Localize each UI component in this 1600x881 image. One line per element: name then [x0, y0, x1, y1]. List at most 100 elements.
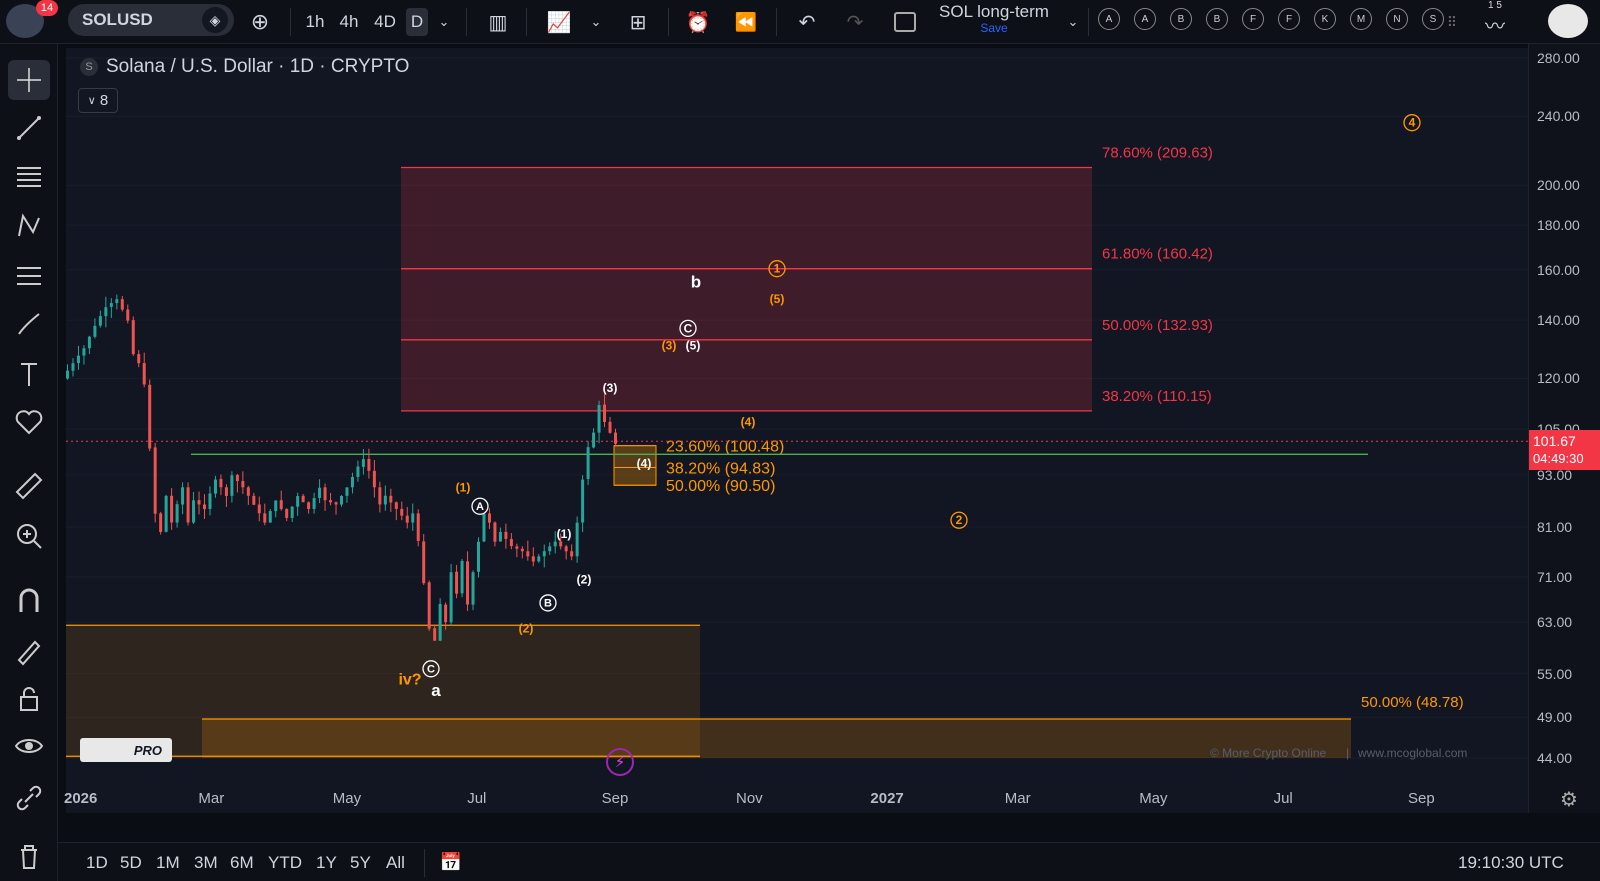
range-button-1m[interactable]: 1M — [156, 853, 180, 873]
alert-icon[interactable]: ⏰ — [684, 8, 712, 36]
symbol-search-button[interactable]: SOLUSD ◈ — [68, 4, 234, 36]
range-button-ytd[interactable]: YTD — [268, 853, 302, 873]
calendar-icon[interactable]: 📅 — [438, 849, 464, 875]
elliott-wave-icon[interactable]: 〰 — [1478, 10, 1512, 38]
indicators-dropdown-icon[interactable]: ⌄ — [586, 8, 606, 36]
candle-body — [213, 479, 217, 494]
pencil-lock-icon[interactable] — [8, 630, 50, 670]
layout-grid-icon[interactable]: ⊞ — [624, 8, 652, 36]
range-button-3m[interactable]: 3M — [194, 853, 218, 873]
separator — [526, 8, 527, 36]
zoom-icon[interactable] — [8, 516, 50, 556]
chart-pane[interactable]: 78.60% (209.63) 61.80% (160.42) 50.00% (13… — [66, 48, 1528, 813]
candle-body — [307, 502, 311, 509]
candle-body — [444, 604, 448, 623]
drawing-shortcut-m[interactable]: M — [1350, 8, 1372, 30]
candles-icon[interactable]: ▥ — [484, 8, 512, 36]
link-icon[interactable] — [8, 778, 50, 818]
forecast-icon[interactable] — [8, 256, 50, 296]
range-button-6m[interactable]: 6M — [230, 853, 254, 873]
candle-body — [290, 506, 294, 518]
interval-dropdown-icon[interactable]: ⌄ — [434, 8, 454, 36]
candle-body — [274, 500, 278, 512]
watermark: © More Crypto Online — [1210, 746, 1327, 760]
trash-icon[interactable] — [8, 836, 50, 876]
drawing-shortcut-a[interactable]: A — [1134, 8, 1156, 30]
compare-add-icon[interactable]: ⊕ — [246, 8, 274, 36]
wave-label-A: A — [476, 501, 484, 513]
symbol-label: SOLUSD — [82, 10, 153, 29]
brush-icon[interactable] — [8, 304, 50, 344]
utc-clock[interactable]: 19:10:30 UTC — [1458, 853, 1564, 873]
layout-dropdown-icon[interactable]: ⌄ — [1064, 8, 1082, 36]
price-chart[interactable]: 78.60% (209.63) 61.80% (160.42) 50.00% (13… — [66, 48, 1528, 790]
magnet-icon[interactable] — [8, 580, 50, 620]
candle-body — [181, 487, 185, 505]
layout-name[interactable]: SOL long-term — [934, 2, 1054, 22]
drawing-shortcut-s[interactable]: S — [1422, 8, 1444, 30]
crosshair-icon[interactable] — [8, 60, 50, 100]
candle-body — [389, 495, 393, 503]
range-button-5y[interactable]: 5Y — [350, 853, 371, 873]
candle-body — [252, 495, 256, 505]
fib-label: 38.20% (110.15) — [1102, 388, 1212, 405]
redo-icon[interactable]: ↷ — [842, 8, 868, 36]
candle-body — [422, 541, 426, 584]
drawing-shortcut-b[interactable]: B — [1206, 8, 1228, 30]
heart-icon[interactable] — [8, 402, 50, 442]
fullscreen-icon[interactable] — [892, 8, 918, 36]
candle-body — [361, 459, 365, 467]
range-button-5d[interactable]: 5D — [120, 853, 142, 873]
range-button-1y[interactable]: 1Y — [316, 853, 337, 873]
indicators-icon[interactable]: 📈 — [544, 8, 574, 36]
wave-label-b: b — [691, 272, 701, 291]
candle-body — [581, 479, 585, 523]
price-tick: 49.00 — [1537, 709, 1573, 726]
candle-body — [301, 495, 305, 503]
interval-4d[interactable]: 4D — [369, 8, 401, 36]
candle-body — [115, 299, 119, 304]
time-axis[interactable]: 2026 Mar May Jul Sep Nov 2027 Mar May Jul Sep — [64, 790, 1528, 814]
diamond-icon[interactable]: ◈ — [202, 7, 228, 33]
drawing-shortcut-k[interactable]: K — [1314, 8, 1336, 30]
text-icon[interactable] — [8, 354, 50, 394]
drawing-shortcut-a[interactable]: A — [1098, 8, 1120, 30]
candle-body — [509, 539, 513, 547]
fib-lines-icon[interactable] — [8, 156, 50, 196]
candle-body — [76, 355, 80, 364]
notification-badge: 14 — [36, 0, 58, 16]
profile-avatar[interactable] — [1548, 4, 1588, 38]
price-tick: 280.00 — [1537, 50, 1580, 66]
interval-1h[interactable]: 1h — [300, 8, 330, 36]
indicators-toggle[interactable]: ∨ 8 — [78, 88, 118, 113]
interval-d[interactable]: D — [406, 8, 428, 36]
settings-gear-icon[interactable]: ⚙ — [1556, 786, 1582, 812]
pattern-icon[interactable] — [8, 206, 50, 246]
candle-body — [219, 478, 223, 488]
wave-label-a: a — [431, 681, 441, 700]
drawing-shortcut-b[interactable]: B — [1170, 8, 1192, 30]
wave-label-p4b: (4) — [637, 457, 652, 471]
drawing-shortcut-f[interactable]: F — [1242, 8, 1264, 30]
ruler-icon[interactable] — [8, 466, 50, 506]
save-button[interactable]: Save — [934, 21, 1054, 35]
candle-body — [520, 548, 524, 552]
drag-handle-icon[interactable]: ⠿ — [1442, 8, 1462, 36]
candle-body — [460, 560, 464, 594]
undo-icon[interactable]: ↶ — [794, 8, 820, 36]
trendline-icon[interactable] — [8, 108, 50, 148]
range-button-1d[interactable]: 1D — [86, 853, 108, 873]
interval-4h[interactable]: 4h — [334, 8, 364, 36]
lightning-icon[interactable]: ⚡ — [606, 748, 634, 776]
candle-body — [230, 475, 234, 496]
lock-icon[interactable] — [8, 678, 50, 718]
drawing-shortcut-f[interactable]: F — [1278, 8, 1300, 30]
current-price-tag[interactable]: 101.67 04:49:30 — [1529, 430, 1600, 470]
price-axis[interactable]: 280.00 240.00 200.00 180.00 160.00 140.00 120.… — [1528, 44, 1600, 813]
drawing-shortcut-n[interactable]: N — [1386, 8, 1408, 30]
range-button-all[interactable]: All — [386, 853, 405, 873]
eye-icon[interactable] — [8, 726, 50, 766]
replay-icon[interactable]: ⏪ — [732, 8, 760, 36]
separator — [466, 8, 467, 36]
bar-countdown: 04:49:30 — [1533, 451, 1584, 466]
